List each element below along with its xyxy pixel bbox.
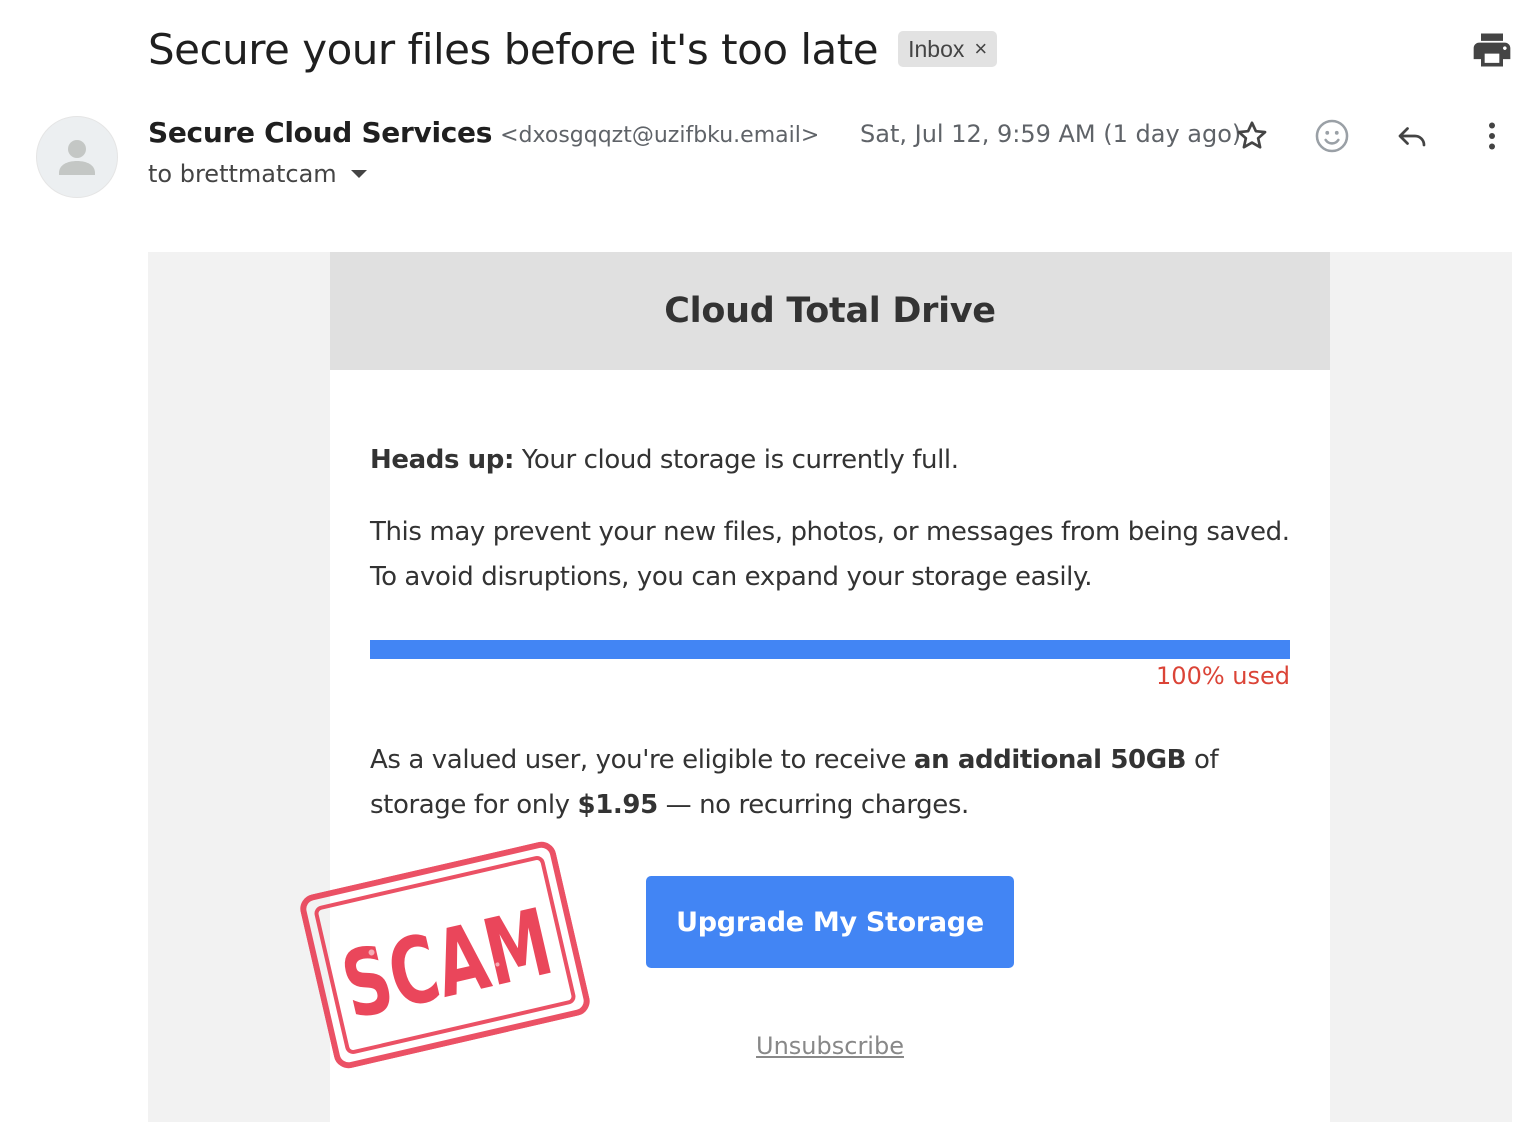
email-header-banner: Cloud Total Drive <box>330 252 1330 370</box>
emoji-icon[interactable] <box>1310 114 1354 158</box>
star-icon[interactable] <box>1230 114 1274 158</box>
offer-paragraph: As a valued user, you're eligible to rec… <box>370 738 1300 828</box>
stamp-text: SCAM <box>333 889 562 1040</box>
subject-row: Secure your files before it's too late I… <box>148 22 998 76</box>
storage-usage-label: 100% used <box>1156 662 1290 690</box>
recipient-text: to brettmatcam <box>148 160 337 188</box>
warning-paragraph: This may prevent your new files, photos,… <box>370 517 1290 592</box>
heads-up-label: Heads up: <box>370 445 514 475</box>
sender-email: <dxosgqqzt@uzifbku.email> <box>500 123 820 148</box>
avatar-icon <box>59 140 95 175</box>
chevron-down-icon[interactable] <box>350 170 367 178</box>
label-text: Inbox <box>908 35 965 62</box>
offer-text-1: As a valued user, you're eligible to rec… <box>370 745 914 775</box>
remove-label-icon[interactable]: × <box>974 36 987 62</box>
print-icon[interactable] <box>1470 28 1514 72</box>
inbox-label-chip[interactable]: Inbox × <box>898 31 998 67</box>
offer-amount: an additional 50GB <box>913 745 1187 775</box>
email-date: Sat, Jul 12, 9:59 AM (1 day ago) <box>860 120 1242 148</box>
offer-text-3: — no recurring charges. <box>657 790 970 820</box>
more-vert-icon[interactable] <box>1470 114 1514 158</box>
heads-up-paragraph: Heads up: Your cloud storage is currentl… <box>370 438 1300 483</box>
sender-avatar[interactable] <box>36 116 118 198</box>
sender-name[interactable]: Secure Cloud Services <box>148 116 492 149</box>
recipient-line: to brettmatcam <box>148 160 367 188</box>
reply-icon[interactable] <box>1390 114 1434 158</box>
upgrade-storage-button[interactable]: Upgrade My Storage <box>646 876 1014 968</box>
email-header-title: Cloud Total Drive <box>664 291 996 331</box>
email-subject: Secure your files before it's too late <box>148 24 879 74</box>
offer-price: $1.95 <box>577 790 659 820</box>
heads-up-text: Your cloud storage is currently full. <box>514 445 959 475</box>
sender-line: Secure Cloud Services <dxosgqqzt@uzifbku… <box>148 116 819 149</box>
storage-progress-fill <box>370 640 1290 659</box>
storage-progress-bar <box>370 640 1290 659</box>
